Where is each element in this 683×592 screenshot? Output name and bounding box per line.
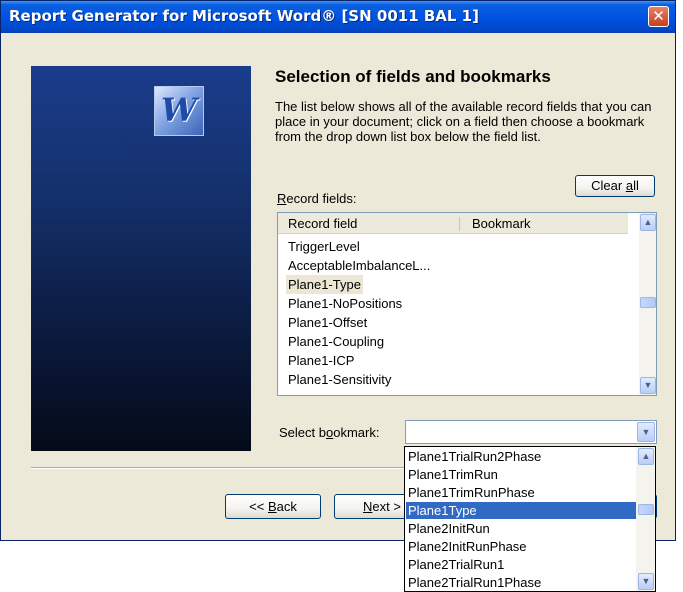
dropdown-option[interactable]: Plane2TrialRun1	[406, 556, 637, 573]
list-item[interactable]: Plane1-NoPositions	[286, 294, 404, 313]
list-item[interactable]: AcceptableImbalanceL...	[286, 256, 432, 275]
column-header-record-field[interactable]: Record field	[288, 216, 357, 231]
column-separator[interactable]	[459, 217, 460, 231]
list-item[interactable]: Plane1-Coupling	[286, 332, 386, 351]
clear-all-label-post: ll	[633, 178, 639, 193]
page-description: The list below shows all of the availabl…	[275, 99, 652, 144]
dropdown-option[interactable]: Plane1TrialRun2Phase	[406, 448, 637, 465]
select-bookmark-label: Select bookmark:	[279, 425, 379, 440]
dropdown-option[interactable]: Plane2TrialRun1Phase	[406, 574, 637, 591]
clear-all-accesskey: a	[625, 178, 634, 193]
back-accesskey: B	[267, 499, 277, 514]
list-item[interactable]: TriggerLevel	[286, 237, 362, 256]
record-fields-accesskey: R	[277, 191, 287, 206]
dropdown-scroll-down-button[interactable]: ▼	[638, 573, 654, 590]
select-bookmark-label-pre: Select b	[279, 425, 326, 440]
list-item[interactable]: Plane1-Offset	[286, 313, 369, 332]
scroll-up-button[interactable]: ▲	[640, 214, 656, 231]
back-label-post: ack	[276, 499, 297, 514]
word-logo-icon: W	[154, 86, 204, 136]
scroll-down-button[interactable]: ▼	[640, 377, 656, 394]
dropdown-scroll-thumb[interactable]	[638, 504, 654, 515]
dropdown-option-selected[interactable]: Plane1Type	[406, 502, 637, 519]
column-header-bookmark[interactable]: Bookmark	[472, 216, 531, 231]
next-accesskey: N	[363, 499, 373, 514]
dropdown-scroll-up-button[interactable]: ▲	[638, 448, 654, 465]
dropdown-option[interactable]: Plane1TrimRun	[406, 466, 637, 483]
list-header: Record field Bookmark	[278, 213, 628, 234]
back-button[interactable]: << Back	[225, 494, 321, 519]
list-item[interactable]: Plane1-Sensitivity	[286, 370, 393, 389]
dropdown-option[interactable]: Plane1TrimRunPhase	[406, 484, 637, 501]
next-label-post: ext >	[372, 499, 401, 514]
chevron-down-icon: ▼	[641, 427, 651, 437]
list-item[interactable]: Plane1-ICP	[286, 351, 356, 370]
record-fields-list[interactable]: Record field Bookmark TriggerLevel Accep…	[277, 212, 657, 396]
bookmark-select[interactable]: ▼	[405, 420, 657, 444]
title-bar[interactable]: Report Generator for Microsoft Word® [SN…	[1, 1, 675, 33]
record-fields-label-text: ecord fields:	[286, 191, 357, 206]
page-heading: Selection of fields and bookmarks	[275, 67, 551, 86]
record-fields-scrollbar[interactable]: ▲ ▼	[639, 213, 656, 395]
list-item-selected[interactable]: Plane1-Type	[286, 275, 363, 294]
clear-all-button[interactable]: Clear all	[575, 175, 655, 197]
bookmark-dropdown-list[interactable]: Plane1TrialRun2Phase Plane1TrimRun Plane…	[404, 446, 656, 592]
dropdown-option[interactable]: Plane2InitRunPhase	[406, 538, 637, 555]
record-fields-label: Record fields:	[277, 191, 356, 206]
dropdown-scrollbar[interactable]: ▲ ▼	[636, 447, 655, 591]
clear-all-label-pre: Clear	[591, 178, 626, 193]
dropdown-button[interactable]: ▼	[637, 422, 655, 442]
wizard-banner	[31, 66, 251, 451]
scroll-thumb[interactable]	[640, 297, 656, 308]
chevron-down-icon: ▼	[641, 576, 651, 586]
chevron-up-icon: ▲	[643, 217, 653, 227]
word-logo-letter: W	[161, 91, 197, 129]
back-label-pre: <<	[249, 499, 268, 514]
close-icon: ✕	[652, 7, 665, 25]
select-bookmark-label-post: okmark:	[333, 425, 380, 440]
window-title: Report Generator for Microsoft Word® [SN…	[9, 7, 479, 25]
close-button[interactable]: ✕	[648, 6, 669, 27]
dropdown-option[interactable]: Plane2InitRun	[406, 520, 637, 537]
chevron-down-icon: ▼	[643, 380, 653, 390]
chevron-up-icon: ▲	[641, 451, 651, 461]
